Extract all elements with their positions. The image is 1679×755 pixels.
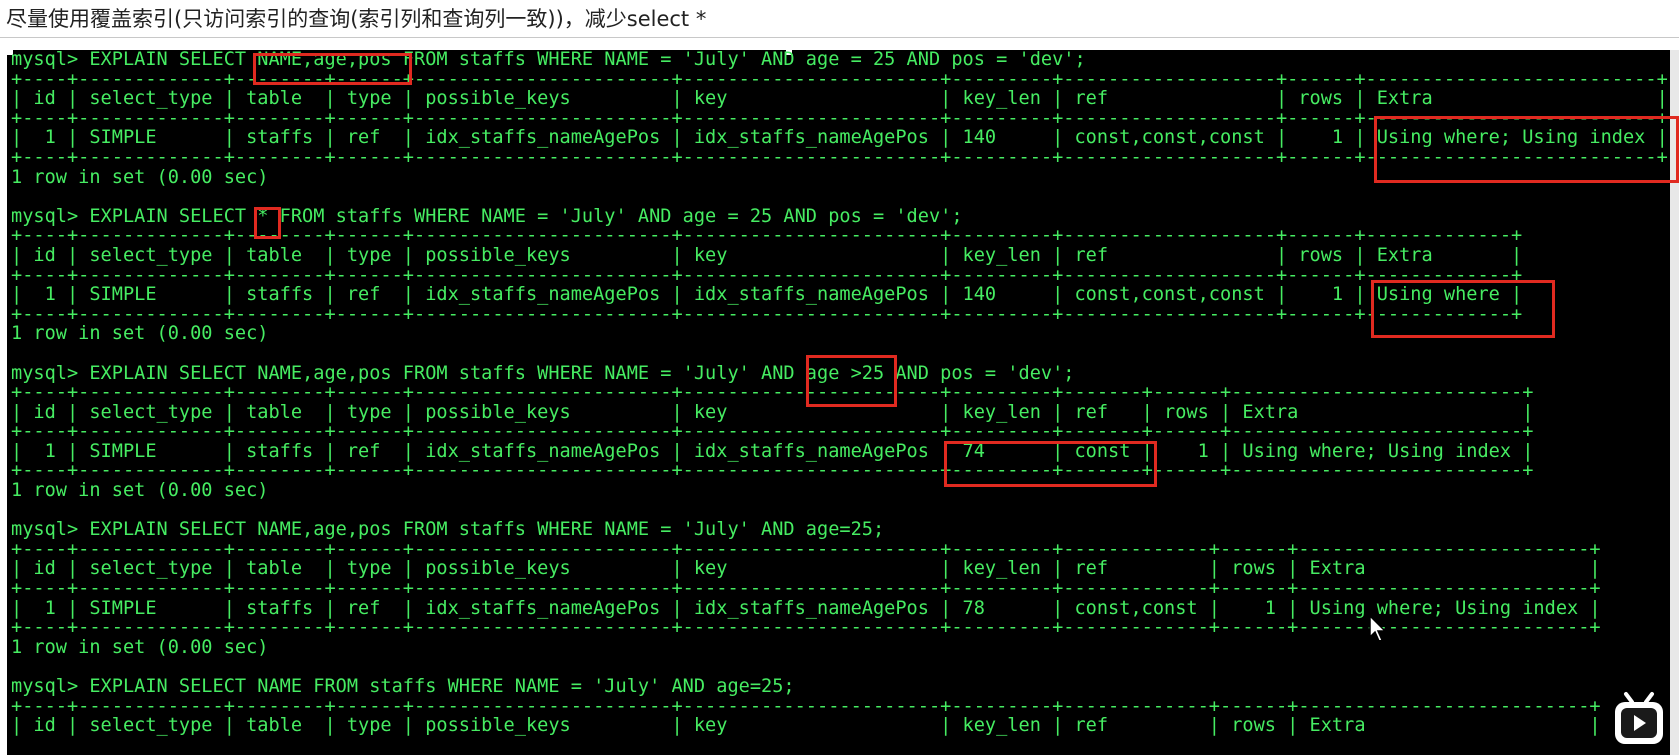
page-heading: 尽量使用覆盖索引(只访问索引的查询(索引列和查询列一致))，减少select * [0,0,1679,38]
mouse-pointer-icon [1369,615,1387,642]
video-player-logo [1615,692,1663,744]
terminal-output: mysql> EXPLAIN SELECT NAME,age,pos FROM … [11,50,1668,737]
mysql-terminal[interactable]: mysql> EXPLAIN SELECT NAME,age,pos FROM … [7,50,1671,755]
terminal-scrollbar[interactable] [1670,50,1679,755]
